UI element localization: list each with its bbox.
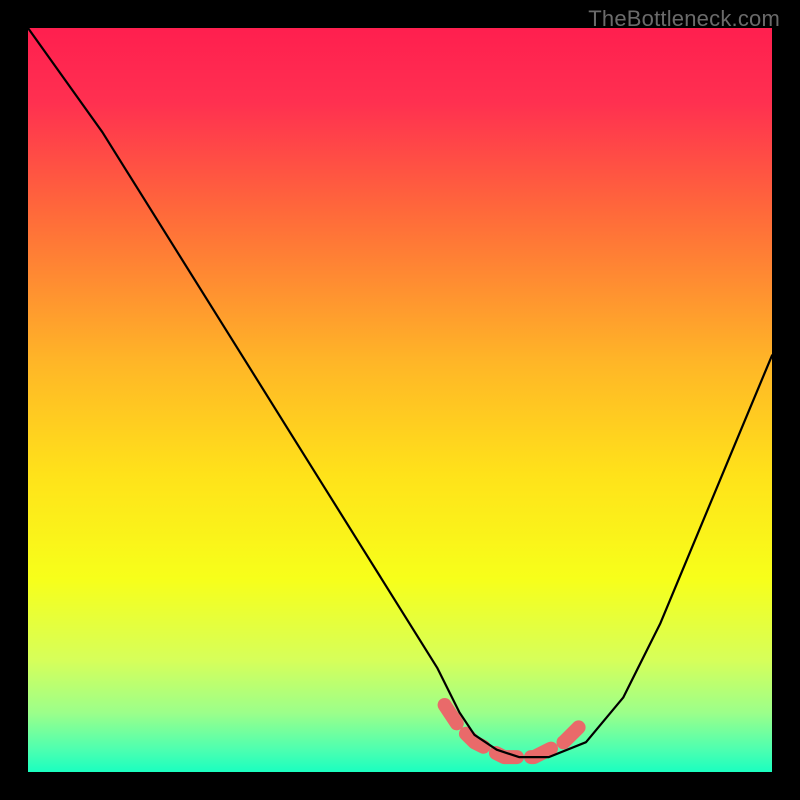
bottleneck-curve-path (28, 28, 772, 757)
chart-curve-layer (28, 28, 772, 772)
watermark-label: TheBottleneck.com (588, 6, 780, 32)
chart-plot-area (28, 28, 772, 772)
sweet-spot-path (445, 705, 579, 757)
